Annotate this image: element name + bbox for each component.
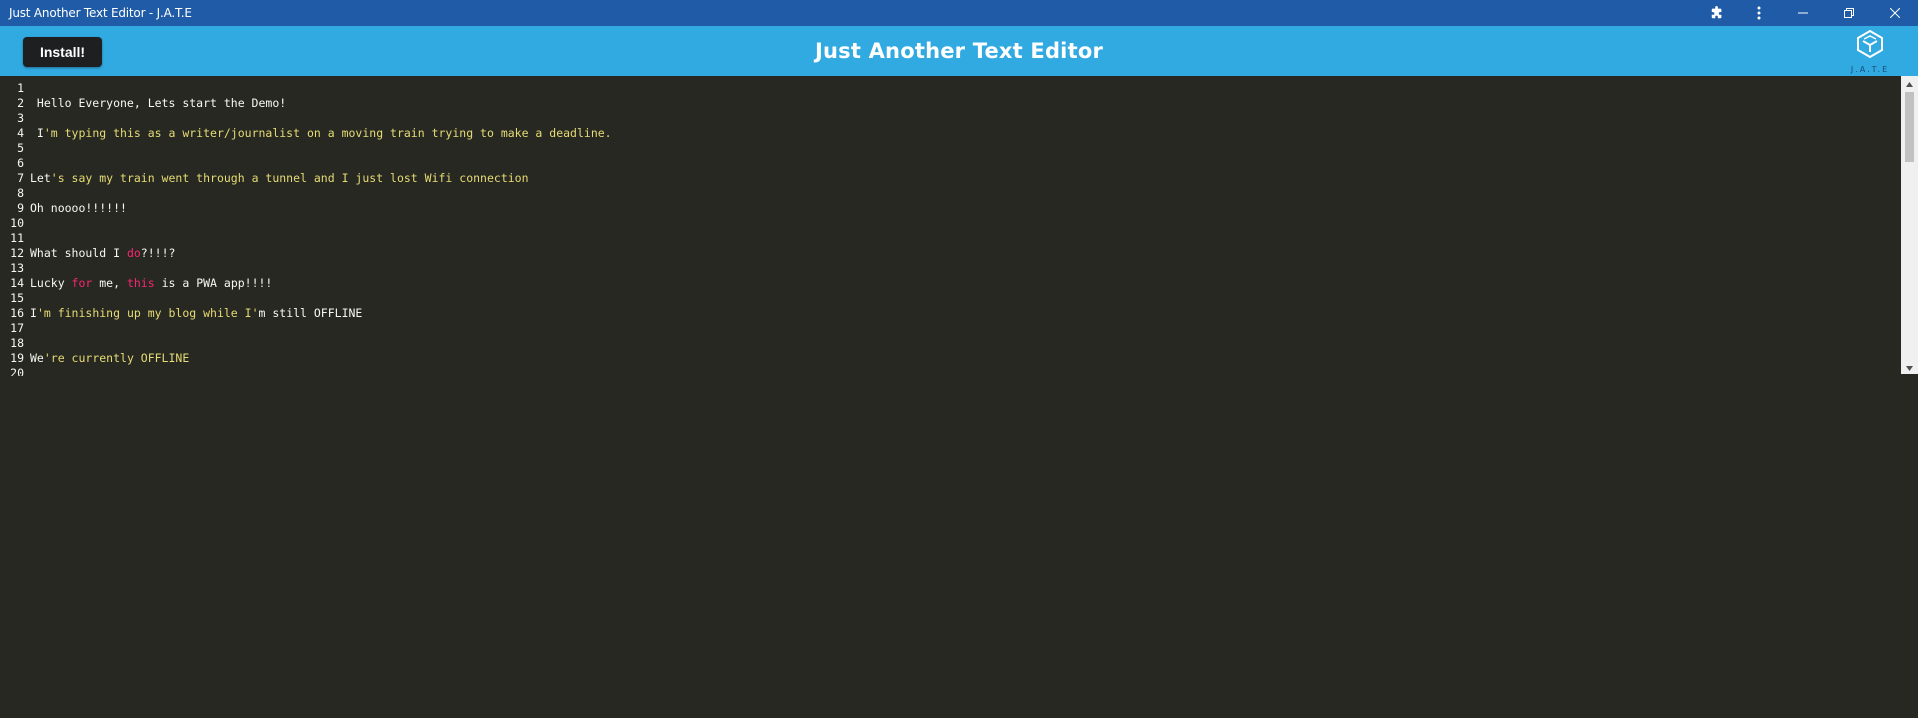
editor-line[interactable]: 5 bbox=[0, 141, 30, 156]
app-header: Install! Just Another Text Editor J.A.T.… bbox=[0, 26, 1918, 76]
editor-line[interactable]: 1 bbox=[0, 81, 30, 96]
code-token: me, bbox=[92, 276, 127, 290]
editor-line[interactable]: 14 Lucky for me, this is a PWA app!!!! bbox=[0, 276, 272, 291]
editor-line[interactable]: 19 We're currently OFFLINE bbox=[0, 351, 189, 366]
line-number: 3 bbox=[17, 111, 24, 125]
code-token: I bbox=[30, 306, 37, 320]
triangle-up-icon bbox=[1906, 74, 1913, 92]
line-number: 15 bbox=[10, 291, 24, 305]
code-token: 'm typing this as a writer/journalist on… bbox=[43, 126, 612, 140]
minimize-button[interactable] bbox=[1780, 0, 1826, 26]
line-number: 9 bbox=[17, 201, 24, 215]
line-number: 11 bbox=[10, 231, 24, 245]
code-token: Oh noooo!!!!!! bbox=[30, 201, 127, 215]
code-token: 're currently OFFLINE bbox=[43, 351, 190, 365]
editor-line[interactable]: 12 What should I do?!!!? bbox=[0, 246, 175, 261]
window-titlebar: Just Another Text Editor - J.A.T.E bbox=[0, 0, 1918, 26]
code-token: 'm finishing up my blog while I' bbox=[36, 306, 259, 320]
window-title: Just Another Text Editor - J.A.T.E bbox=[9, 6, 192, 20]
kebab-menu-icon bbox=[1757, 6, 1761, 20]
editor-line[interactable]: 6 bbox=[0, 156, 30, 171]
code-token: do bbox=[126, 246, 141, 260]
code-token: What should I bbox=[30, 246, 127, 260]
code-token: m still OFFLINE bbox=[258, 306, 363, 320]
install-button[interactable]: Install! bbox=[23, 37, 102, 67]
close-icon bbox=[1890, 8, 1900, 18]
code-editor[interactable]: 12 Hello Everyone, Lets start the Demo! 3… bbox=[0, 76, 1918, 376]
line-number: 16 bbox=[10, 306, 24, 320]
editor-line[interactable]: 2 Hello Everyone, Lets start the Demo! bbox=[0, 96, 286, 111]
line-number: 19 bbox=[10, 351, 24, 365]
editor-scrollbar[interactable] bbox=[1901, 76, 1918, 374]
app-title: Just Another Text Editor bbox=[814, 39, 1103, 63]
editor-line[interactable]: 11 bbox=[0, 231, 30, 246]
editor-line[interactable]: 18 bbox=[0, 336, 30, 351]
line-number: 7 bbox=[17, 171, 24, 185]
restore-button[interactable] bbox=[1826, 0, 1872, 26]
logo-text: J.A.T.E bbox=[1850, 65, 1890, 74]
line-number: 14 bbox=[10, 276, 24, 290]
line-number: 8 bbox=[17, 186, 24, 200]
line-number: 5 bbox=[17, 141, 24, 155]
line-number: 4 bbox=[17, 126, 24, 140]
code-token: this bbox=[126, 276, 155, 290]
editor-line[interactable]: 17 bbox=[0, 321, 30, 336]
code-token: 's say my train went through a tunnel an… bbox=[50, 171, 529, 185]
line-content: I'm typing this as a writer/journalist o… bbox=[30, 126, 612, 140]
line-content: Hello Everyone, Lets start the Demo! bbox=[30, 96, 286, 110]
editor-line[interactable]: 13 bbox=[0, 261, 30, 276]
menu-button[interactable] bbox=[1738, 0, 1780, 26]
jate-cube-logo-icon bbox=[1855, 29, 1885, 64]
code-token: I bbox=[30, 126, 44, 140]
minimize-icon bbox=[1798, 8, 1808, 18]
editor-line[interactable]: 15 bbox=[0, 291, 30, 306]
editor-line[interactable]: 7 Let's say my train went through a tunne… bbox=[0, 171, 529, 186]
line-number: 1 bbox=[17, 81, 24, 95]
scroll-thumb[interactable] bbox=[1905, 92, 1914, 162]
code-token: Let bbox=[30, 171, 51, 185]
scroll-up-arrow[interactable] bbox=[1901, 76, 1918, 90]
line-number: 10 bbox=[10, 216, 24, 230]
line-number: 18 bbox=[10, 336, 24, 350]
puzzle-icon bbox=[1710, 6, 1724, 20]
line-content: Oh noooo!!!!!! bbox=[30, 201, 127, 215]
line-number: 2 bbox=[17, 96, 24, 110]
editor-line[interactable]: 3 bbox=[0, 111, 30, 126]
editor-line[interactable]: 8 bbox=[0, 186, 30, 201]
editor-line[interactable]: 20 bbox=[0, 366, 30, 376]
window-controls bbox=[1696, 0, 1918, 26]
editor-line[interactable]: 9 Oh noooo!!!!!! bbox=[0, 201, 127, 216]
line-number: 20 bbox=[10, 366, 24, 376]
line-content: Let's say my train went through a tunnel… bbox=[30, 171, 529, 185]
editor-line[interactable]: 10 bbox=[0, 216, 30, 231]
triangle-down-icon bbox=[1906, 358, 1913, 376]
line-content: What should I do?!!!? bbox=[30, 246, 175, 260]
code-token: Lucky bbox=[30, 276, 72, 290]
app-logo: J.A.T.E bbox=[1848, 29, 1892, 75]
editor-line[interactable]: 16 I'm finishing up my blog while I'm sti… bbox=[0, 306, 362, 321]
code-token: Hello Everyone, Lets start the Demo! bbox=[30, 96, 287, 110]
line-content: I'm finishing up my blog while I'm still… bbox=[30, 306, 362, 320]
code-token: for bbox=[71, 276, 93, 290]
line-number: 13 bbox=[10, 261, 24, 275]
code-token: ?!!!? bbox=[140, 246, 176, 260]
line-content: We're currently OFFLINE bbox=[30, 351, 189, 365]
restore-icon bbox=[1844, 8, 1854, 18]
code-token: is a PWA app!!!! bbox=[154, 276, 273, 290]
scroll-down-arrow[interactable] bbox=[1901, 360, 1918, 374]
line-number: 6 bbox=[17, 156, 24, 170]
line-number: 17 bbox=[10, 321, 24, 335]
line-number: 12 bbox=[10, 246, 24, 260]
editor-line[interactable]: 4 I'm typing this as a writer/journalist… bbox=[0, 126, 612, 141]
close-button[interactable] bbox=[1872, 0, 1918, 26]
extensions-button[interactable] bbox=[1696, 0, 1738, 26]
line-content: Lucky for me, this is a PWA app!!!! bbox=[30, 276, 272, 290]
code-token: We bbox=[30, 351, 44, 365]
